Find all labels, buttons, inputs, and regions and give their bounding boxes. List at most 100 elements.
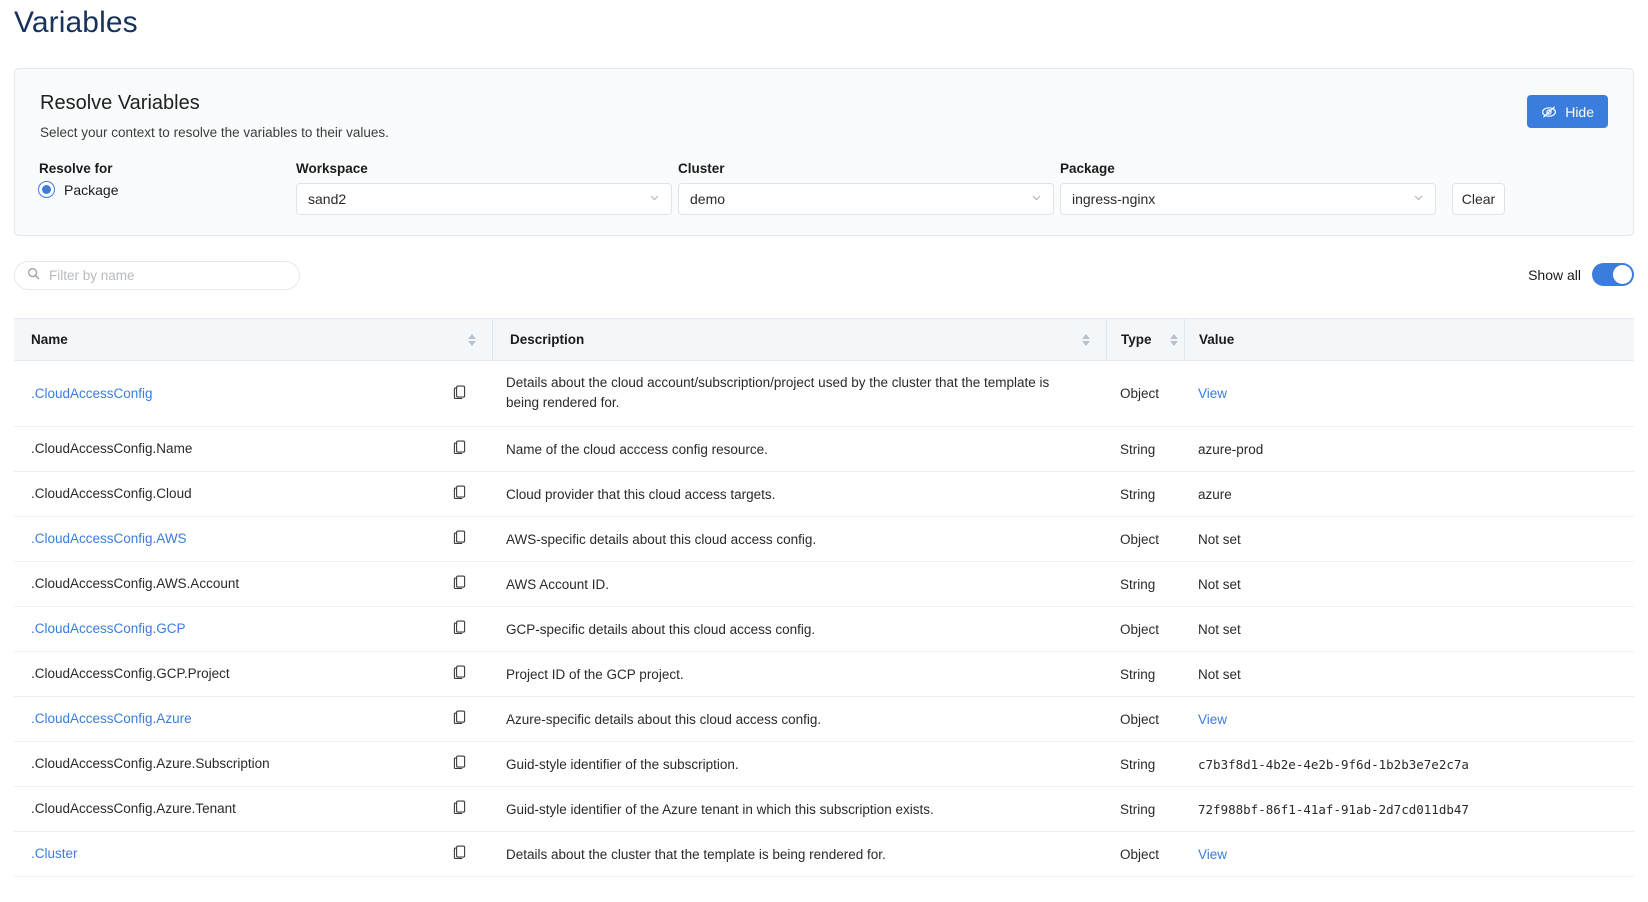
sort-toggle-name[interactable] [468, 333, 476, 346]
cell-value: View [1184, 361, 1634, 426]
column-header-label: Description [510, 332, 585, 347]
table-row: .CloudAccessConfig.Azure Azure-specific d… [14, 697, 1634, 742]
cell-description: Azure-specific details about this cloud … [506, 712, 822, 727]
cell-type: String [1120, 756, 1156, 772]
value-text: Not set [1198, 576, 1241, 592]
view-value-link[interactable]: View [1198, 847, 1227, 862]
package-select-value: ingress-nginx [1072, 191, 1156, 207]
cluster-label: Cluster [678, 161, 725, 176]
page-title: Variables [14, 6, 138, 39]
copy-icon[interactable] [453, 710, 468, 729]
sort-toggle-type[interactable] [1170, 333, 1178, 346]
copy-icon[interactable] [453, 575, 468, 594]
variable-name: .CloudAccessConfig.AWS.Account [31, 576, 240, 592]
copy-icon[interactable] [453, 755, 468, 774]
cell-value: View [1184, 697, 1634, 741]
variables-table: Name Description Type Value .CloudAccess… [14, 318, 1634, 877]
variable-name: .CloudAccessConfig.Azure.Subscription [31, 756, 270, 772]
show-all-label: Show all [1528, 266, 1581, 283]
cell-name: .CloudAccessConfig.Azure.Subscription [14, 742, 492, 786]
variable-name-link[interactable]: .Cluster [31, 844, 78, 864]
cell-name: .CloudAccessConfig.Azure.Tenant [14, 787, 492, 831]
cell-type: String [1120, 801, 1156, 817]
resolve-for-package-radio[interactable]: Package [38, 181, 118, 198]
clear-button[interactable]: Clear [1452, 183, 1505, 215]
copy-icon[interactable] [453, 620, 468, 639]
cell-name: .CloudAccessConfig.GCP.Project [14, 652, 492, 696]
cell-description: Name of the cloud acccess config resourc… [506, 442, 768, 457]
chevron-down-icon [1030, 191, 1043, 207]
table-body: .CloudAccessConfig Details about the clou… [14, 361, 1634, 877]
column-header-type[interactable]: Type [1106, 319, 1184, 360]
cell-value: View [1184, 832, 1634, 876]
value-text: Not set [1198, 666, 1241, 682]
show-all-toggle[interactable] [1592, 263, 1634, 286]
value-text: azure [1198, 486, 1232, 502]
column-header-name[interactable]: Name [14, 319, 492, 360]
cell-value: Not set [1184, 652, 1634, 696]
resolve-for-label: Resolve for [39, 161, 113, 176]
view-value-link[interactable]: View [1198, 386, 1227, 401]
variable-name: .CloudAccessConfig.Name [31, 441, 193, 457]
variable-name-link[interactable]: .CloudAccessConfig.GCP [31, 619, 186, 639]
search-icon [27, 267, 40, 285]
variable-name-link[interactable]: .CloudAccessConfig.AWS [31, 529, 187, 549]
filter-field[interactable] [14, 261, 300, 290]
panel-title: Resolve Variables [40, 92, 200, 114]
toggle-knob [1613, 265, 1632, 284]
copy-icon[interactable] [453, 485, 468, 504]
copy-icon[interactable] [453, 800, 468, 819]
table-row: .CloudAccessConfig.Name Name of the cloud… [14, 427, 1634, 472]
cell-value: Not set [1184, 517, 1634, 561]
column-header-description[interactable]: Description [492, 319, 1106, 360]
value-text: c7b3f8d1-4b2e-4e2b-9f6d-1b2b3e7e2c7a [1198, 756, 1469, 772]
copy-icon[interactable] [453, 384, 468, 403]
workspace-label: Workspace [296, 161, 368, 176]
hide-button-label: Hide [1565, 103, 1594, 120]
cell-description: GCP-specific details about this cloud ac… [506, 622, 816, 637]
cell-value: azure-prod [1184, 427, 1634, 471]
cell-name: .CloudAccessConfig.Name [14, 427, 492, 471]
column-header-value: Value [1184, 319, 1634, 360]
table-row: .CloudAccessConfig.Cloud Cloud provider t… [14, 472, 1634, 517]
package-select[interactable]: ingress-nginx [1060, 183, 1436, 215]
cell-name: .CloudAccessConfig.Cloud [14, 472, 492, 516]
cell-description: Cloud provider that this cloud access ta… [506, 487, 776, 502]
copy-icon[interactable] [453, 530, 468, 549]
table-header-row: Name Description Type Value [14, 318, 1634, 361]
variable-name: .CloudAccessConfig.GCP.Project [31, 666, 230, 682]
sort-toggle-description[interactable] [1082, 333, 1090, 346]
chevron-down-icon [1412, 191, 1425, 207]
cluster-select-value: demo [690, 191, 726, 207]
view-value-link[interactable]: View [1198, 712, 1227, 727]
cell-description: AWS-specific details about this cloud ac… [506, 532, 817, 547]
column-header-label: Type [1121, 332, 1152, 347]
cluster-select[interactable]: demo [678, 183, 1054, 215]
cell-description: AWS Account ID. [506, 577, 610, 592]
table-row: .CloudAccessConfig.Azure.Subscription Gui… [14, 742, 1634, 787]
copy-icon[interactable] [453, 845, 468, 864]
show-all-control[interactable]: Show all [1528, 263, 1634, 286]
copy-icon[interactable] [453, 440, 468, 459]
cell-type: String [1120, 666, 1156, 682]
cell-name: .CloudAccessConfig.Azure [14, 697, 492, 741]
cell-name: .CloudAccessConfig [14, 361, 492, 426]
copy-icon[interactable] [453, 665, 468, 684]
variable-name-link[interactable]: .CloudAccessConfig [31, 384, 153, 404]
column-header-label: Name [31, 332, 68, 347]
table-row: .CloudAccessConfig.AWS.Account AWS Accoun… [14, 562, 1634, 607]
cell-description: Details about the cluster that the templ… [506, 847, 886, 862]
value-text: azure-prod [1198, 441, 1264, 457]
workspace-select[interactable]: sand2 [296, 183, 672, 215]
value-text: Not set [1198, 531, 1241, 547]
filter-input[interactable] [47, 267, 287, 284]
variable-name: .CloudAccessConfig.Azure.Tenant [31, 801, 236, 817]
cell-description: Details about the cloud account/subscrip… [506, 375, 1050, 411]
variable-name-link[interactable]: .CloudAccessConfig.Azure [31, 709, 192, 729]
table-row: .CloudAccessConfig.Azure.Tenant Guid-styl… [14, 787, 1634, 832]
variable-name: .CloudAccessConfig.Cloud [31, 486, 192, 502]
cell-value: c7b3f8d1-4b2e-4e2b-9f6d-1b2b3e7e2c7a [1184, 742, 1634, 786]
hide-button[interactable]: Hide [1527, 95, 1608, 128]
chevron-down-icon [648, 191, 661, 207]
table-row: .CloudAccessConfig.AWS AWS-specific detai… [14, 517, 1634, 562]
